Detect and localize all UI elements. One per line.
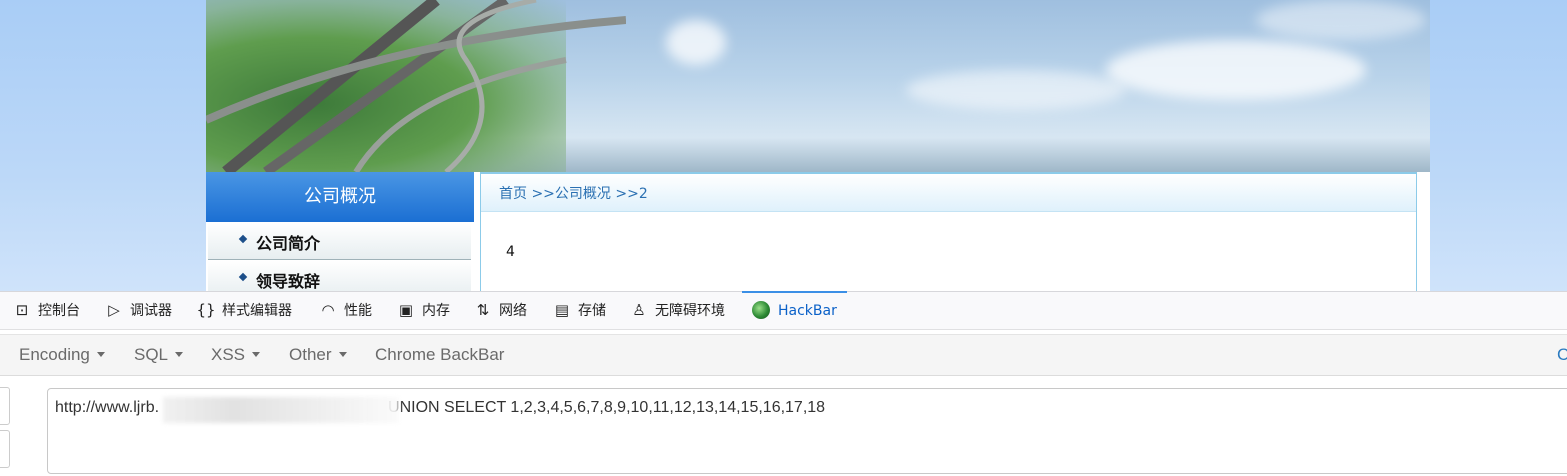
- tab-label: 存储: [578, 303, 606, 319]
- console-icon: ⊡: [15, 301, 29, 319]
- sidebar-item-label: 公司简介: [256, 234, 321, 253]
- encoding-menu[interactable]: Encoding: [19, 335, 105, 375]
- banner-image: [206, 0, 1430, 172]
- tab-memory[interactable]: ▣ 内存: [396, 292, 450, 329]
- sidebar-title: 公司概况: [206, 172, 474, 222]
- chrome-backbar-link[interactable]: Chrome BackBar: [375, 335, 504, 375]
- accessibility-icon: ♙: [632, 301, 646, 319]
- tab-network[interactable]: ⇅ 网络: [473, 292, 527, 329]
- chevron-down-icon: [96, 352, 105, 357]
- toolbar-right-truncated-button[interactable]: C: [1557, 335, 1567, 375]
- content-text: 4: [506, 244, 515, 260]
- debugger-icon: ▷: [108, 301, 120, 319]
- storage-icon: ▤: [554, 301, 570, 319]
- tab-label: 调试器: [130, 303, 172, 319]
- bullet-icon: [238, 234, 248, 244]
- tab-label: 内存: [422, 303, 450, 319]
- tab-performance[interactable]: ◠ 性能: [318, 292, 372, 329]
- sidebar-item-label: 领导致辞: [256, 272, 321, 291]
- page-content-area: 公司概况 公司简介 领导致辞 首页 >>公司概况 >>2 4: [206, 172, 1430, 291]
- network-icon: ⇅: [476, 301, 490, 319]
- devtools-tab-bar: ⊡ 控制台 ▷ 调试器 {} 样式编辑器 ◠ 性能 ▣ 内存 ⇅ 网络 ▤ 存储 ♙ 无障碍环境…: [0, 291, 1567, 330]
- highway-roads-graphic: [206, 0, 626, 172]
- menu-label: XSS: [211, 345, 246, 364]
- memory-icon: ▣: [398, 301, 414, 319]
- hackbar-toolbar: Encoding SQL XSS Other Chrome BackBar C: [0, 334, 1567, 376]
- breadcrumb[interactable]: 首页 >>公司概况 >>2: [481, 174, 1416, 212]
- tab-label: 样式编辑器: [222, 303, 292, 319]
- xss-menu[interactable]: XSS: [211, 335, 261, 375]
- redaction-blur: [163, 397, 399, 423]
- menu-label: Encoding: [19, 345, 90, 364]
- tab-label: 性能: [344, 303, 372, 319]
- menu-label: Other: [289, 345, 332, 364]
- url-input[interactable]: http://www.ljrb. UNION SELECT 1,2,3,4,5,6…: [47, 388, 1567, 474]
- tab-label: 无障碍环境: [655, 303, 725, 319]
- tab-console[interactable]: ⊡ 控制台: [12, 292, 80, 329]
- sql-menu[interactable]: SQL: [134, 335, 184, 375]
- menu-label: SQL: [134, 345, 169, 364]
- chevron-down-icon: [338, 352, 347, 357]
- main-panel: 首页 >>公司概况 >>2 4: [480, 172, 1417, 291]
- tab-storage[interactable]: ▤ 存储: [552, 292, 606, 329]
- tab-style-editor[interactable]: {} 样式编辑器: [196, 292, 292, 329]
- load-url-button[interactable]: [0, 387, 10, 425]
- split-url-button[interactable]: [0, 430, 10, 468]
- performance-icon: ◠: [321, 301, 335, 319]
- tab-label: 控制台: [38, 303, 80, 319]
- sidebar-item-leader-speech[interactable]: 领导致辞: [208, 261, 471, 291]
- breadcrumb-text[interactable]: 首页 >>公司概况 >>2: [499, 186, 648, 202]
- bullet-icon: [238, 272, 248, 282]
- url-text-end: UNION SELECT 1,2,3,4,5,6,7,8,9,10,11,12,…: [388, 399, 826, 416]
- tab-label: HackBar: [778, 303, 837, 319]
- tab-debugger[interactable]: ▷ 调试器: [104, 292, 172, 329]
- tab-hackbar[interactable]: HackBar: [742, 291, 847, 330]
- other-menu[interactable]: Other: [289, 335, 347, 375]
- page-viewport: 公司概况 公司简介 领导致辞 首页 >>公司概况 >>2 4: [0, 0, 1567, 291]
- url-text-start: http://www.ljrb.: [55, 399, 160, 416]
- tab-accessibility[interactable]: ♙ 无障碍环境: [629, 292, 725, 329]
- sidebar-item-company-intro[interactable]: 公司简介: [208, 223, 471, 260]
- tab-label: 网络: [499, 303, 527, 319]
- style-editor-icon: {}: [196, 301, 216, 319]
- hackbar-logo-icon: [752, 301, 770, 319]
- chevron-down-icon: [175, 352, 184, 357]
- chevron-down-icon: [252, 352, 261, 357]
